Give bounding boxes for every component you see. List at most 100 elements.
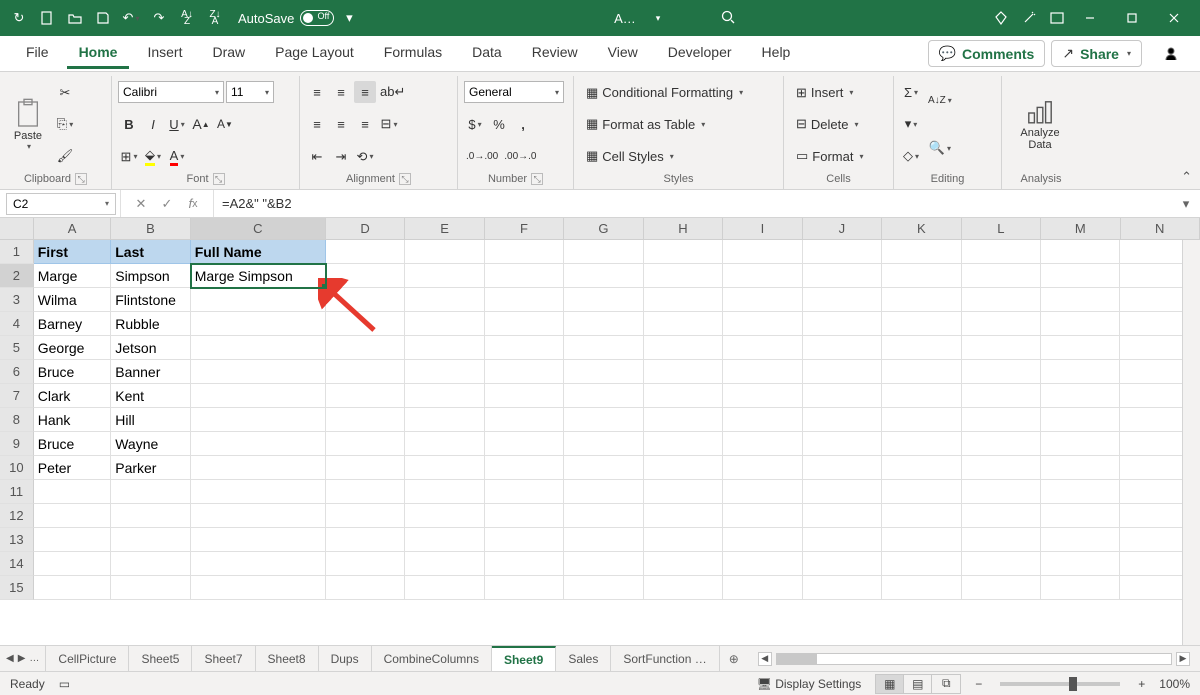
cell-B15[interactable] [111, 576, 190, 600]
cell-L3[interactable] [962, 288, 1041, 312]
page-layout-view-icon[interactable]: ▤ [904, 675, 932, 693]
row-header[interactable]: 13 [0, 528, 34, 552]
sheet-tab-sortfunction-[interactable]: SortFunction … [611, 646, 719, 671]
cell-styles-button[interactable]: ▦Cell Styles▾ [580, 145, 777, 167]
cell-F11[interactable] [485, 480, 564, 504]
cell-M11[interactable] [1041, 480, 1120, 504]
cell-C7[interactable] [191, 384, 326, 408]
vertical-scrollbar[interactable] [1182, 240, 1200, 645]
cell-G12[interactable] [564, 504, 643, 528]
cell-D11[interactable] [326, 480, 405, 504]
formula-input[interactable]: =A2&" "&B2 [214, 196, 1172, 211]
cell-I11[interactable] [723, 480, 802, 504]
cell-H12[interactable] [644, 504, 723, 528]
cell-J14[interactable] [803, 552, 882, 576]
cell-M9[interactable] [1041, 432, 1120, 456]
cell-L2[interactable] [962, 264, 1041, 288]
title-dropdown-icon[interactable]: ▾ [656, 13, 661, 24]
zoom-in-icon[interactable]: + [1138, 677, 1145, 691]
cell-F3[interactable] [485, 288, 564, 312]
cell-K9[interactable] [882, 432, 961, 456]
cell-B11[interactable] [111, 480, 190, 504]
new-sheet-button[interactable]: ⊕ [720, 646, 748, 671]
cell-I3[interactable] [723, 288, 802, 312]
cell-L5[interactable] [962, 336, 1041, 360]
row-header[interactable]: 1 [0, 240, 34, 264]
cell-G11[interactable] [564, 480, 643, 504]
cell-J7[interactable] [803, 384, 882, 408]
cell-I1[interactable] [723, 240, 802, 264]
scroll-tabs-left-icon[interactable]: ◀ [6, 653, 14, 664]
cell-E6[interactable] [405, 360, 484, 384]
delete-cells-button[interactable]: ⊟Delete▾ [790, 113, 887, 135]
cell-C14[interactable] [191, 552, 326, 576]
cell-L7[interactable] [962, 384, 1041, 408]
cell-E13[interactable] [405, 528, 484, 552]
account-icon[interactable] [1044, 5, 1070, 31]
alignment-launcher-icon[interactable]: ⤡ [399, 173, 411, 185]
column-header-C[interactable]: C [191, 218, 326, 239]
column-header-F[interactable]: F [485, 218, 564, 239]
tab-draw[interactable]: Draw [200, 38, 257, 69]
column-header-L[interactable]: L [962, 218, 1041, 239]
sheet-tab-dups[interactable]: Dups [319, 646, 372, 671]
cell-D2[interactable] [326, 264, 405, 288]
cell-G1[interactable] [564, 240, 643, 264]
cell-H5[interactable] [644, 336, 723, 360]
cell-I4[interactable] [723, 312, 802, 336]
cell-F14[interactable] [485, 552, 564, 576]
cell-H9[interactable] [644, 432, 723, 456]
align-top-icon[interactable]: ≡ [306, 81, 328, 103]
display-settings-button[interactable]: 🖥 Display Settings [757, 677, 862, 691]
cell-B8[interactable]: Hill [111, 408, 190, 432]
row-header[interactable]: 11 [0, 480, 34, 504]
cell-L14[interactable] [962, 552, 1041, 576]
row-header[interactable]: 14 [0, 552, 34, 576]
cell-B9[interactable]: Wayne [111, 432, 190, 456]
cell-J1[interactable] [803, 240, 882, 264]
cell-C15[interactable] [191, 576, 326, 600]
cell-M10[interactable] [1041, 456, 1120, 480]
minimize-icon[interactable] [1070, 4, 1110, 32]
row-header[interactable]: 8 [0, 408, 34, 432]
cell-E7[interactable] [405, 384, 484, 408]
cell-C10[interactable] [191, 456, 326, 480]
insert-cells-button[interactable]: ⊞Insert▾ [790, 82, 887, 104]
cell-A1[interactable]: First [34, 240, 111, 264]
align-bottom-icon[interactable]: ≡ [354, 81, 376, 103]
cell-C5[interactable] [191, 336, 326, 360]
cell-G6[interactable] [564, 360, 643, 384]
row-header[interactable]: 5 [0, 336, 34, 360]
align-right-icon[interactable]: ≡ [354, 113, 376, 135]
cancel-formula-icon[interactable]: ✕ [129, 192, 153, 216]
cell-K8[interactable] [882, 408, 961, 432]
cell-E10[interactable] [405, 456, 484, 480]
copy-icon[interactable]: ⎘▾ [54, 113, 76, 135]
merge-center-icon[interactable]: ⊟▾ [378, 113, 400, 135]
cell-A10[interactable]: Peter [34, 456, 111, 480]
cell-M1[interactable] [1041, 240, 1120, 264]
row-header[interactable]: 6 [0, 360, 34, 384]
cell-A13[interactable] [34, 528, 111, 552]
cell-K3[interactable] [882, 288, 961, 312]
cell-H7[interactable] [644, 384, 723, 408]
close-icon[interactable] [1154, 4, 1194, 32]
sort-filter-icon[interactable]: A↓Z▾ [926, 90, 954, 112]
zoom-slider[interactable] [1000, 682, 1120, 686]
cell-J12[interactable] [803, 504, 882, 528]
cell-D15[interactable] [326, 576, 405, 600]
cell-A11[interactable] [34, 480, 111, 504]
row-header[interactable]: 10 [0, 456, 34, 480]
sheet-tab-sheet8[interactable]: Sheet8 [256, 646, 319, 671]
insert-function-icon[interactable]: fx [181, 192, 205, 216]
cell-K12[interactable] [882, 504, 961, 528]
border-icon[interactable]: ⊞▾ [118, 146, 140, 168]
cell-F4[interactable] [485, 312, 564, 336]
column-header-N[interactable]: N [1121, 218, 1200, 239]
cell-H14[interactable] [644, 552, 723, 576]
tab-formulas[interactable]: Formulas [372, 38, 454, 69]
redo-icon[interactable]: ↷ [146, 5, 172, 31]
decrease-decimal-icon[interactable]: .00→.0 [502, 146, 538, 168]
find-select-icon[interactable]: 🔍▾ [926, 137, 954, 159]
cell-I5[interactable] [723, 336, 802, 360]
